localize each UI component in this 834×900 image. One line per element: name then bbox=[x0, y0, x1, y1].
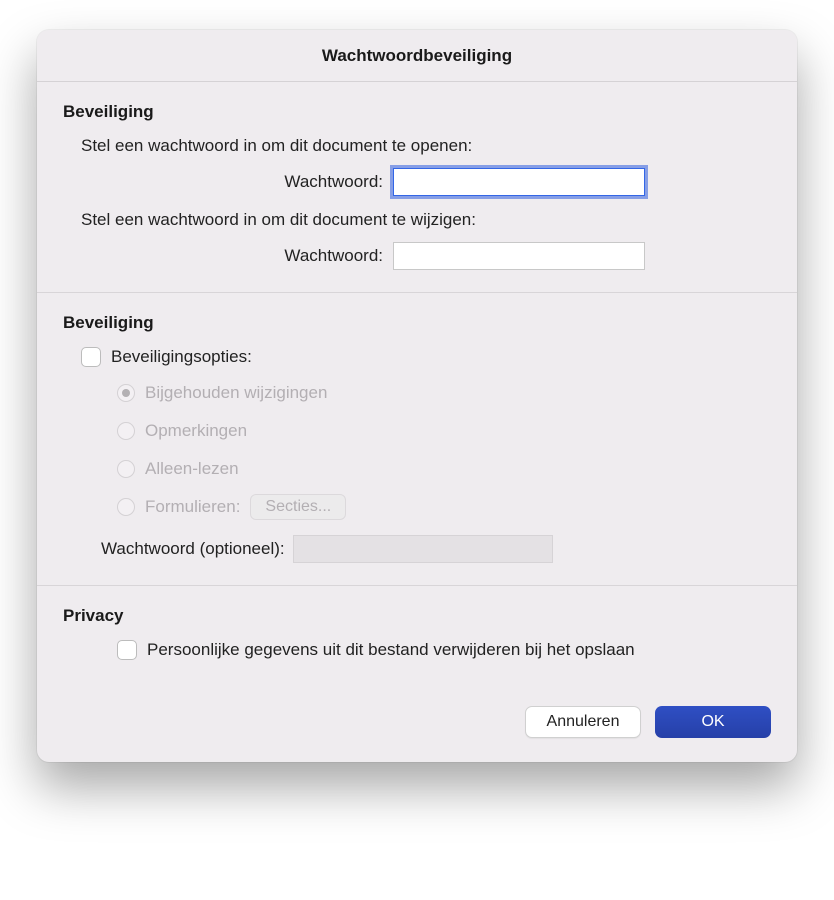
modify-password-input[interactable] bbox=[393, 242, 645, 270]
radio-label-forms: Formulieren: bbox=[145, 497, 240, 517]
security-options-radio-group: Bijgehouden wijzigingen Opmerkingen Alle… bbox=[63, 379, 771, 521]
section-heading-security-1: Beveiliging bbox=[63, 102, 771, 122]
ok-button[interactable]: OK bbox=[655, 706, 771, 738]
dialog-content: Beveiliging Stel een wachtwoord in om di… bbox=[37, 82, 797, 762]
password-security-dialog: Wachtwoordbeveiliging Beveiliging Stel e… bbox=[37, 30, 797, 762]
radio-label-comments: Opmerkingen bbox=[145, 421, 247, 441]
button-bar: Annuleren OK bbox=[37, 682, 797, 762]
section-security-passwords: Beveiliging Stel een wachtwoord in om di… bbox=[37, 82, 797, 292]
open-password-input[interactable] bbox=[393, 168, 645, 196]
radio-row-readonly: Alleen-lezen bbox=[117, 455, 771, 483]
radio-comments[interactable] bbox=[117, 422, 135, 440]
radio-label-tracked-changes: Bijgehouden wijzigingen bbox=[145, 383, 327, 403]
dialog-title: Wachtwoordbeveiliging bbox=[322, 46, 512, 66]
optional-password-input[interactable] bbox=[293, 535, 553, 563]
radio-forms[interactable] bbox=[117, 498, 135, 516]
radio-row-forms: Formulieren: Secties... bbox=[117, 493, 771, 521]
section-security-options: Beveiliging Beveiligingsopties: Bijgehou… bbox=[37, 292, 797, 585]
open-password-label: Wachtwoord: bbox=[63, 172, 393, 192]
cancel-button[interactable]: Annuleren bbox=[525, 706, 641, 738]
section-heading-security-2: Beveiliging bbox=[63, 313, 771, 333]
optional-password-label: Wachtwoord (optioneel): bbox=[101, 539, 285, 559]
radio-label-readonly: Alleen-lezen bbox=[145, 459, 239, 479]
privacy-row: Persoonlijke gegevens uit dit bestand ve… bbox=[63, 640, 771, 660]
open-password-row: Wachtwoord: bbox=[63, 168, 771, 196]
sections-button[interactable]: Secties... bbox=[250, 494, 346, 520]
remove-personal-checkbox[interactable] bbox=[117, 640, 137, 660]
radio-row-comments: Opmerkingen bbox=[117, 417, 771, 445]
radio-tracked-changes[interactable] bbox=[117, 384, 135, 402]
open-password-prompt: Stel een wachtwoord in om dit document t… bbox=[63, 136, 771, 156]
titlebar: Wachtwoordbeveiliging bbox=[37, 30, 797, 82]
section-privacy: Privacy Persoonlijke gegevens uit dit be… bbox=[37, 585, 797, 682]
security-options-row: Beveiligingsopties: bbox=[63, 347, 771, 367]
radio-readonly[interactable] bbox=[117, 460, 135, 478]
security-options-checkbox[interactable] bbox=[81, 347, 101, 367]
security-options-label: Beveiligingsopties: bbox=[111, 347, 252, 367]
modify-password-label: Wachtwoord: bbox=[63, 246, 393, 266]
remove-personal-label: Persoonlijke gegevens uit dit bestand ve… bbox=[147, 640, 635, 660]
modify-password-row: Wachtwoord: bbox=[63, 242, 771, 270]
optional-password-row: Wachtwoord (optioneel): bbox=[63, 535, 771, 563]
section-heading-privacy: Privacy bbox=[63, 606, 771, 626]
radio-row-tracked-changes: Bijgehouden wijzigingen bbox=[117, 379, 771, 407]
modify-password-prompt: Stel een wachtwoord in om dit document t… bbox=[63, 210, 771, 230]
